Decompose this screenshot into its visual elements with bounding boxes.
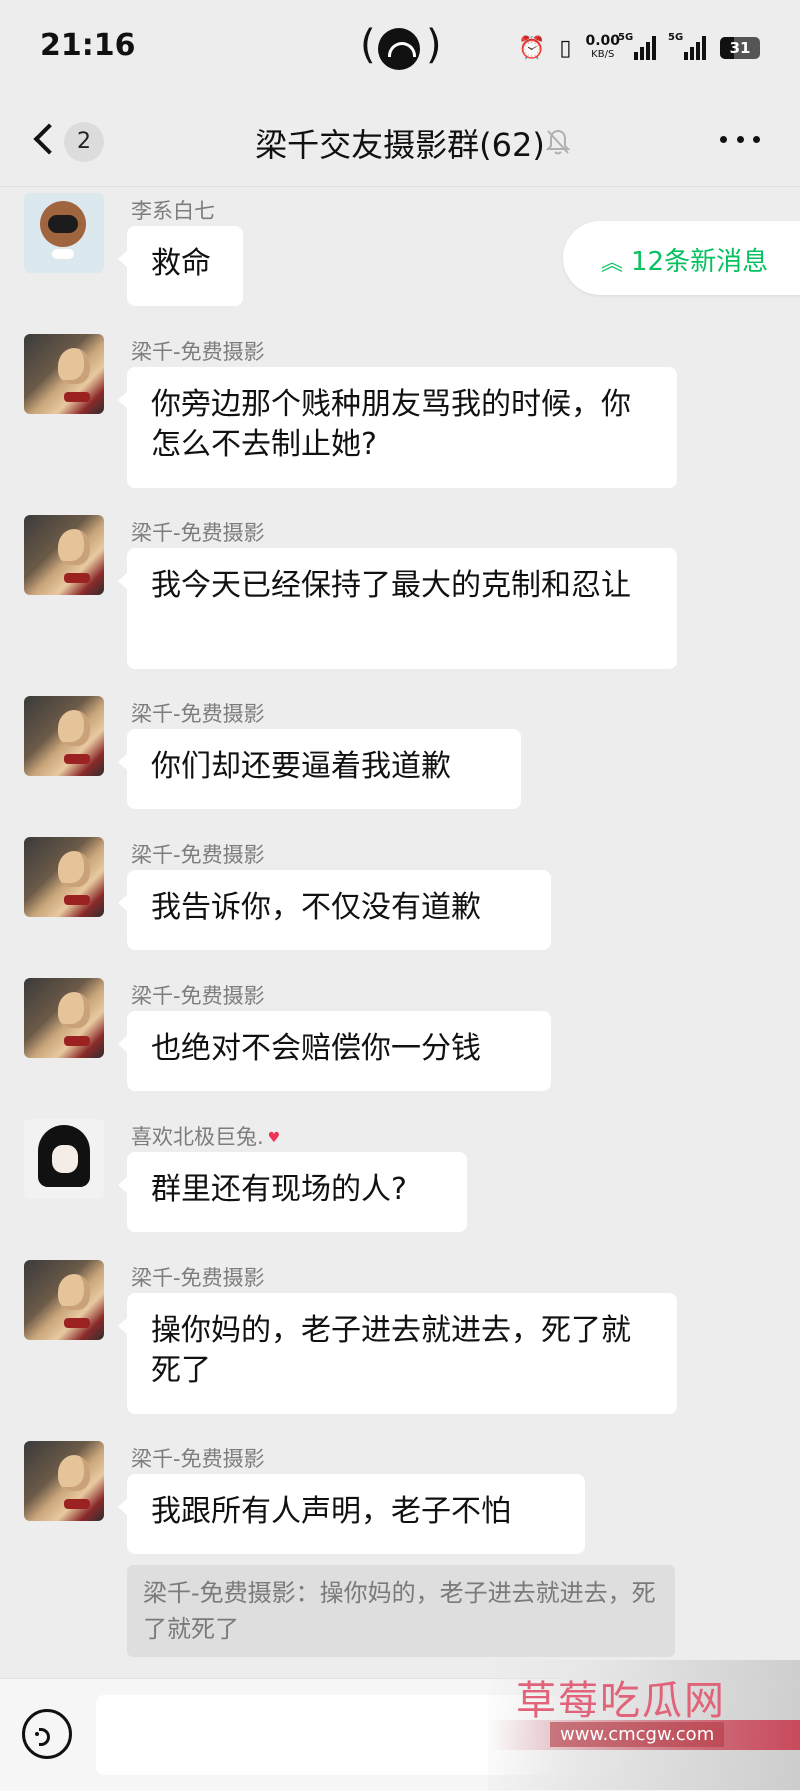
chat-title: 梁千交友摄影群(62) xyxy=(255,126,545,164)
avatar[interactable] xyxy=(24,978,104,1058)
message-bubble[interactable]: 操你妈的，老子进去就进去，死了就死了 xyxy=(118,1293,677,1414)
message-bubble[interactable]: 救命 xyxy=(118,226,243,306)
mute-bell-icon xyxy=(545,129,571,155)
message-bubble[interactable]: 我今天已经保持了最大的克制和忍让 xyxy=(118,548,677,669)
signal-icon-2: 5G xyxy=(668,32,706,60)
watermark-url: www.cmcgw.com xyxy=(550,1722,725,1747)
quoted-message[interactable]: 梁千-免费摄影：操你妈的，老子进去就进去，死了就死了 xyxy=(127,1565,675,1657)
heart-emoji-icon: ♥ xyxy=(267,1130,281,1146)
signal-icon: 5G xyxy=(618,32,656,60)
message-bubble[interactable]: 我跟所有人声明，老子不怕 xyxy=(118,1474,585,1554)
more-options-button[interactable] xyxy=(720,136,760,146)
avatar[interactable] xyxy=(24,334,104,414)
sender-name: 梁千-免费摄影 xyxy=(131,521,265,545)
sender-name: 梁千-免费摄影 xyxy=(131,340,265,364)
watermark-text: 草莓吃瓜网 xyxy=(516,1678,726,1724)
alarm-icon: ⏰ xyxy=(517,35,546,61)
sender-name: 喜欢北极巨兔. ♥ xyxy=(131,1125,281,1149)
message-bubble[interactable]: 群里还有现场的人? xyxy=(118,1152,467,1232)
sender-name: 梁千-免费摄影 xyxy=(131,984,265,1008)
double-chevron-up-icon: ︽ xyxy=(601,251,624,276)
network-speed: 0.00 KB/S xyxy=(585,33,620,60)
hotspot-icon: ( ) xyxy=(360,22,442,70)
avatar[interactable] xyxy=(24,193,104,273)
status-time: 21:16 xyxy=(40,28,136,63)
watermark: 草莓吃瓜网 www.cmcgw.com xyxy=(488,1660,800,1790)
sender-name: 梁千-免费摄影 xyxy=(131,843,265,867)
status-bar: 21:16 ( ) ⏰ ▯ 0.00 KB/S 5G 5G 31 xyxy=(0,0,800,96)
message-bubble[interactable]: 你们却还要逼着我道歉 xyxy=(118,729,521,809)
message-bubble[interactable]: 也绝对不会赔偿你一分钱 xyxy=(118,1011,551,1091)
avatar[interactable] xyxy=(24,515,104,595)
avatar[interactable] xyxy=(24,1260,104,1340)
message-bubble[interactable]: 我告诉你，不仅没有道歉 xyxy=(118,870,551,950)
sender-name: 梁千-免费摄影 xyxy=(131,1266,265,1290)
battery-icon: 31 xyxy=(720,37,760,59)
avatar[interactable] xyxy=(24,1441,104,1521)
avatar[interactable] xyxy=(24,696,104,776)
vibrate-icon: ▯ xyxy=(559,35,572,61)
avatar[interactable] xyxy=(24,1119,104,1199)
sender-name: 李系白七 xyxy=(131,199,215,223)
avatar[interactable] xyxy=(24,837,104,917)
voice-input-button[interactable] xyxy=(22,1709,72,1759)
sender-name: 梁千-免费摄影 xyxy=(131,1447,265,1471)
chat-header: 2 梁千交友摄影群(62) xyxy=(0,96,800,187)
message-bubble[interactable]: 你旁边那个贱种朋友骂我的时候，你怎么不去制止她? xyxy=(118,367,677,488)
sender-name: 梁千-免费摄影 xyxy=(131,702,265,726)
new-messages-button[interactable]: ︽ 12条新消息 xyxy=(563,221,800,295)
